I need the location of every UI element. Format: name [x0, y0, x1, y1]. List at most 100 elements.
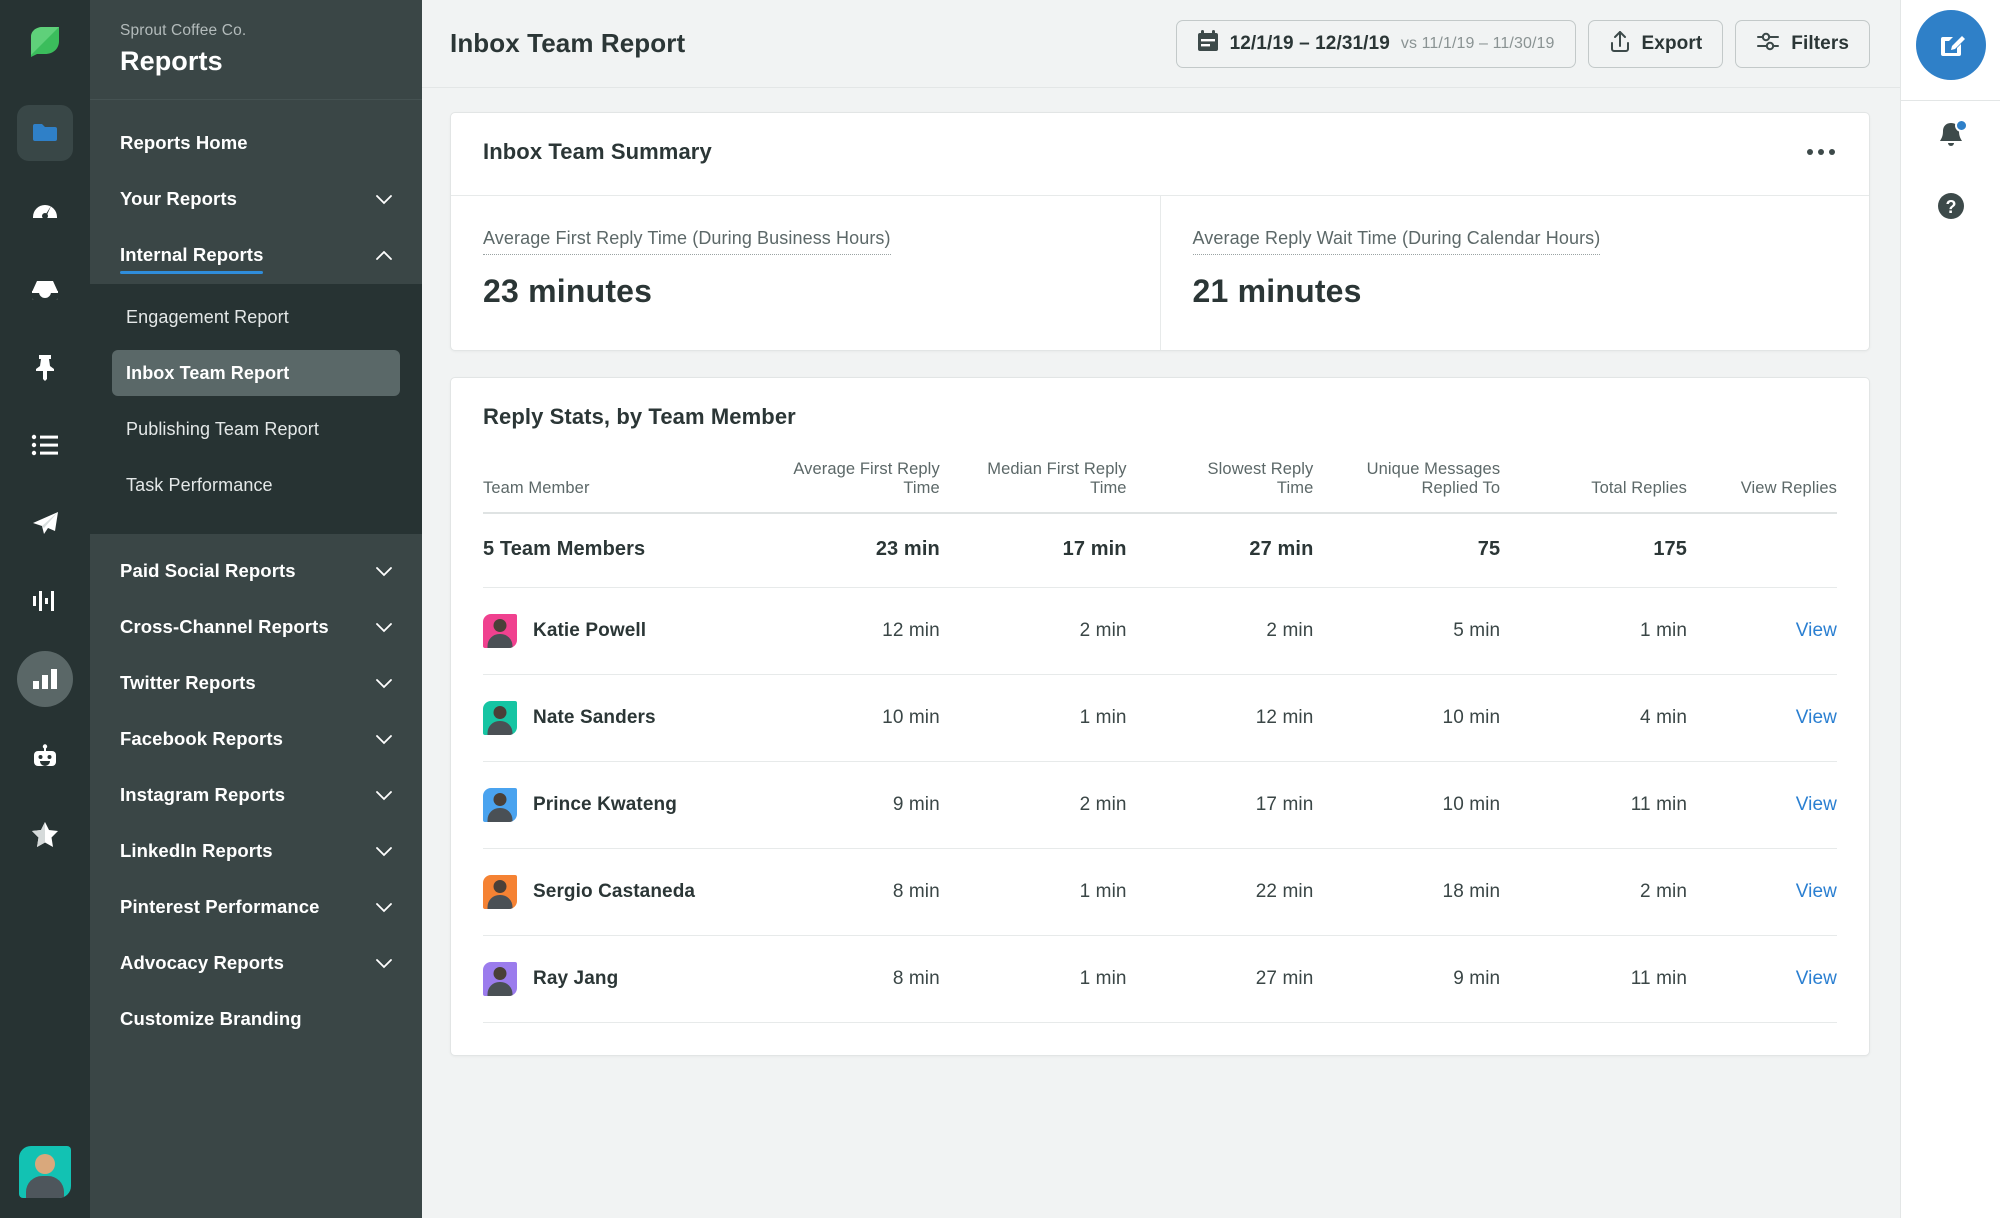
sidebar-item-engagement-report[interactable]: Engagement Report	[112, 294, 400, 340]
column-header-unique-messages-replied-to[interactable]: Unique Messages Replied To	[1313, 460, 1501, 514]
nav-group-instagram-reports[interactable]: Instagram Reports	[90, 768, 422, 824]
nav-item-reports-home[interactable]: Reports Home	[90, 116, 422, 172]
table-summary-row: 5 Team Members 23 min 17 min 27 min 75 1…	[483, 513, 1837, 588]
chevron-up-icon	[376, 251, 392, 261]
chevron-down-icon	[376, 623, 392, 633]
bell-icon[interactable]	[1916, 101, 1986, 171]
cell-view-replies: View	[1687, 674, 1837, 762]
chevron-down-icon	[376, 195, 392, 205]
sidebar-item-inbox-team-report[interactable]: Inbox Team Report	[112, 350, 400, 396]
chevron-down-icon	[376, 959, 392, 969]
nav-title: Reports	[120, 46, 223, 76]
list-icon[interactable]	[17, 417, 73, 473]
nav-group-paid-social-reports[interactable]: Paid Social Reports	[90, 544, 422, 600]
column-header-view-replies: View Replies	[1687, 460, 1837, 514]
nav-item-customize-branding[interactable]: Customize Branding	[90, 992, 422, 1048]
nav-group-internal-reports[interactable]: Internal Reports	[90, 228, 422, 284]
pin-icon[interactable]	[17, 339, 73, 395]
member-cell: Nate Sanders	[483, 674, 753, 762]
summary-unique-messages: 75	[1313, 513, 1501, 588]
dashboard-gauge-icon[interactable]	[17, 183, 73, 239]
star-icon[interactable]	[17, 807, 73, 863]
column-label-line1: Slowest Reply	[1207, 460, 1314, 478]
nav-group-advocacy-reports[interactable]: Advocacy Reports	[90, 936, 422, 992]
card-header: Inbox Team Summary	[451, 113, 1869, 195]
date-range-picker[interactable]: 12/1/19 – 12/31/19 vs 11/1/19 – 11/30/19	[1175, 19, 1576, 68]
filters-button[interactable]: Filters	[1735, 19, 1870, 68]
user-avatar[interactable]	[19, 1146, 71, 1198]
nav-group-pinterest-performance[interactable]: Pinterest Performance	[90, 880, 422, 936]
table-row: Nate Sanders 10 min 1 min 12 min 10 min …	[483, 674, 1837, 762]
reports-nav-panel: Sprout Coffee Co. Reports Reports Home Y…	[90, 0, 422, 1218]
nav-group-label: Pinterest Performance	[120, 896, 320, 917]
listening-waveform-icon[interactable]	[17, 573, 73, 629]
member: Prince Kwateng	[483, 788, 753, 822]
column-header-total-replies[interactable]: Total Replies	[1500, 460, 1687, 514]
cell-slowest-reply: 17 min	[1126, 761, 1314, 849]
member-name: Prince Kwateng	[533, 794, 677, 815]
member-name: Ray Jang	[533, 968, 619, 989]
member-name: Sergio Castaneda	[533, 881, 696, 902]
chevron-down-icon	[376, 847, 392, 857]
view-replies-link[interactable]: View	[1796, 794, 1837, 815]
view-replies-link[interactable]: View	[1796, 968, 1837, 989]
nav-group-your-reports[interactable]: Your Reports	[90, 172, 422, 228]
nav-group-label: Internal Reports	[120, 244, 264, 274]
help-question-icon[interactable]: ?	[1916, 171, 1986, 241]
reports-bar-chart-icon[interactable]	[17, 651, 73, 707]
inbox-team-summary-card: Inbox Team Summary Average First Reply T…	[450, 112, 1870, 351]
cell-avg-first-reply: 8 min	[753, 848, 940, 936]
cell-unique-messages: 10 min	[1313, 674, 1501, 762]
sidebar-item-task-performance[interactable]: Task Performance	[112, 462, 400, 508]
sprout-leaf-logo[interactable]	[16, 14, 74, 72]
nav-group-cross-channel-reports[interactable]: Cross-Channel Reports	[90, 600, 422, 656]
folder-icon[interactable]	[17, 105, 73, 161]
column-label: Total Replies	[1591, 479, 1687, 497]
table-row: Prince Kwateng 9 min 2 min 17 min 10 min…	[483, 761, 1837, 849]
sidebar-item-publishing-team-report[interactable]: Publishing Team Report	[112, 406, 400, 452]
column-label-line2: Time	[903, 479, 940, 497]
cell-median-first-reply: 1 min	[939, 848, 1127, 936]
cell-median-first-reply: 1 min	[939, 674, 1127, 762]
view-replies-link[interactable]: View	[1796, 707, 1837, 728]
member-cell: Prince Kwateng	[483, 761, 753, 849]
cell-unique-messages: 10 min	[1313, 761, 1501, 849]
nav-group-twitter-reports[interactable]: Twitter Reports	[90, 656, 422, 712]
column-header-average-first-reply-time[interactable]: Average First Reply Time	[753, 460, 940, 514]
nav-group-label: Facebook Reports	[120, 728, 283, 749]
top-bar: Inbox Team Report 12/1/19 – 12/31/19 vs	[422, 0, 1900, 88]
column-header-median-first-reply-time[interactable]: Median First Reply Time	[939, 460, 1127, 514]
member-cell: Ray Jang	[483, 935, 753, 1023]
cell-total-replies: 11 min	[1500, 761, 1687, 849]
view-replies-link[interactable]: View	[1796, 881, 1837, 902]
nav-group-label: Cross-Channel Reports	[120, 616, 329, 637]
column-header-slowest-reply-time[interactable]: Slowest Reply Time	[1126, 460, 1314, 514]
more-options-icon[interactable]	[1803, 139, 1839, 165]
internal-reports-sublist: Engagement Report Inbox Team Report Publ…	[90, 284, 422, 534]
summary-total-replies: 175	[1500, 513, 1687, 588]
publish-send-icon[interactable]	[17, 495, 73, 551]
table-row: Ray Jang 8 min 1 min 27 min 9 min 11 min…	[483, 935, 1837, 1023]
column-label: Team Member	[483, 479, 590, 497]
icon-rail	[0, 0, 90, 1218]
view-replies-link[interactable]: View	[1796, 620, 1837, 641]
inbox-tray-icon[interactable]	[17, 261, 73, 317]
compose-edit-icon[interactable]	[1915, 10, 1986, 80]
cell-slowest-reply: 2 min	[1126, 587, 1314, 675]
nav-group-facebook-reports[interactable]: Facebook Reports	[90, 712, 422, 768]
card-header: Reply Stats, by Team Member	[451, 378, 1869, 460]
column-header-team-member[interactable]: Team Member	[483, 460, 753, 514]
nav-scroll: Reports Home Your Reports Internal Repor…	[90, 100, 422, 1218]
cell-unique-messages: 5 min	[1313, 587, 1501, 675]
cell-avg-first-reply: 8 min	[753, 935, 940, 1023]
nav-group-linkedin-reports[interactable]: LinkedIn Reports	[90, 824, 422, 880]
org-name: Sprout Coffee Co.	[120, 22, 247, 39]
chevron-down-icon	[376, 567, 392, 577]
cell-view-replies: View	[1687, 587, 1837, 675]
bot-icon[interactable]	[17, 729, 73, 785]
cell-avg-first-reply: 9 min	[753, 761, 940, 849]
metric-value: 23 minutes	[483, 273, 653, 309]
export-button[interactable]: Export	[1587, 19, 1724, 68]
